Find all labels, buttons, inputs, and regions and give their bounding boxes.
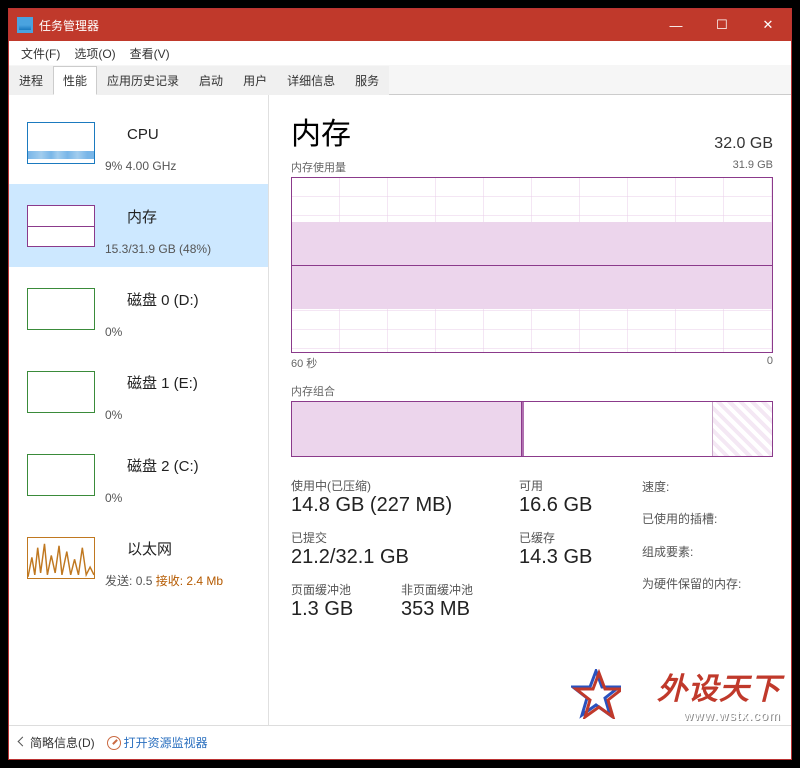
x-left: 60 秒 (291, 355, 317, 371)
disk2-sub: 0% (105, 491, 217, 507)
avail-value: 16.6 GB (519, 494, 634, 517)
close-button[interactable]: ✕ (745, 9, 791, 41)
tab-users[interactable]: 用户 (233, 66, 277, 95)
tab-details[interactable]: 详细信息 (277, 66, 345, 95)
menu-view[interactable]: 查看(V) (124, 42, 176, 65)
cached-value: 14.3 GB (519, 546, 634, 569)
net-sub: 发送: 0.5 接收: 2.4 Mb (105, 574, 223, 590)
tab-performance[interactable]: 性能 (53, 66, 97, 95)
usage-max: 31.9 GB (733, 159, 773, 175)
info-slots: 已使用的插槽: (642, 509, 773, 529)
disk-thumb-icon (27, 454, 95, 496)
memory-capacity: 32.0 GB (714, 135, 773, 153)
memory-composition-chart[interactable] (291, 401, 773, 457)
main-panel: 内存 32.0 GB 内存使用量 31.9 GB 60 秒 0 内存组合 使用中… (269, 95, 791, 725)
disk0-title: 磁盘 0 (D:) (105, 277, 217, 325)
net-title: 以太网 (105, 526, 223, 574)
disk2-title: 磁盘 2 (C:) (105, 443, 217, 491)
disk-thumb-icon (27, 371, 95, 413)
paged-value: 1.3 GB (291, 598, 401, 621)
resmon-icon (107, 736, 121, 750)
content: CPU 9% 4.00 GHz 内存 15.3/31.9 GB (48%) 磁盘… (9, 95, 791, 725)
commit-label: 已提交 (291, 529, 511, 546)
sidebar: CPU 9% 4.00 GHz 内存 15.3/31.9 GB (48%) 磁盘… (9, 95, 269, 725)
info-speed: 速度: (642, 477, 773, 497)
memory-title: 内存 (105, 194, 211, 242)
memory-sub: 15.3/31.9 GB (48%) (105, 242, 211, 258)
tab-startup[interactable]: 启动 (189, 66, 233, 95)
nonpaged-value: 353 MB (401, 598, 511, 621)
x-right: 0 (767, 355, 773, 371)
tabbar: 进程 性能 应用历史记录 启动 用户 详细信息 服务 (9, 65, 791, 95)
menubar: 文件(F) 选项(O) 查看(V) (9, 41, 791, 65)
tab-processes[interactable]: 进程 (9, 66, 53, 95)
disk-thumb-icon (27, 288, 95, 330)
composition-label: 内存组合 (291, 383, 773, 399)
disk0-sub: 0% (105, 325, 217, 341)
maximize-button[interactable]: ☐ (699, 9, 745, 41)
memory-thumb-icon (27, 205, 95, 247)
info-reserved: 为硬件保留的内存: (642, 574, 773, 594)
chevron-up-icon (18, 737, 28, 747)
commit-value: 21.2/32.1 GB (291, 546, 511, 569)
ethernet-thumb-icon (27, 537, 95, 579)
sidebar-item-disk1[interactable]: 磁盘 1 (E:) 0% (9, 350, 268, 433)
cpu-thumb-icon (27, 122, 95, 164)
task-manager-window: 任务管理器 — ☐ ✕ 文件(F) 选项(O) 查看(V) 进程 性能 应用历史… (8, 8, 792, 760)
menu-options[interactable]: 选项(O) (68, 42, 121, 65)
cpu-title: CPU (105, 111, 177, 159)
disk1-title: 磁盘 1 (E:) (105, 360, 216, 408)
nonpaged-label: 非页面缓冲池 (401, 581, 511, 598)
cpu-sub: 9% 4.00 GHz (105, 159, 177, 175)
info-form: 组成要素: (642, 542, 773, 562)
paged-label: 页面缓冲池 (291, 581, 401, 598)
minimize-button[interactable]: — (653, 9, 699, 41)
disk1-sub: 0% (105, 408, 216, 424)
usage-label: 内存使用量 (291, 159, 346, 175)
watermark-star-icon (571, 669, 621, 719)
inuse-label: 使用中(已压缩) (291, 477, 511, 494)
fewer-details-button[interactable]: 简略信息(D) (19, 734, 95, 751)
menu-file[interactable]: 文件(F) (15, 42, 66, 65)
window-title: 任务管理器 (39, 17, 653, 34)
sidebar-item-disk2[interactable]: 磁盘 2 (C:) 0% (9, 433, 268, 516)
sidebar-item-ethernet[interactable]: 以太网 发送: 0.5 接收: 2.4 Mb (9, 516, 268, 599)
memory-usage-chart[interactable] (291, 177, 773, 353)
titlebar[interactable]: 任务管理器 — ☐ ✕ (9, 9, 791, 41)
cached-label: 已缓存 (519, 529, 634, 546)
avail-label: 可用 (519, 477, 634, 494)
inuse-value: 14.8 GB (227 MB) (291, 494, 511, 517)
sidebar-item-memory[interactable]: 内存 15.3/31.9 GB (48%) (9, 184, 268, 267)
tab-app-history[interactable]: 应用历史记录 (97, 66, 189, 95)
tab-services[interactable]: 服务 (345, 66, 389, 95)
sidebar-item-cpu[interactable]: CPU 9% 4.00 GHz (9, 101, 268, 184)
sidebar-item-disk0[interactable]: 磁盘 0 (D:) 0% (9, 267, 268, 350)
footer: 简略信息(D) 打开资源监视器 (9, 725, 791, 759)
open-resmon-link[interactable]: 打开资源监视器 (107, 734, 208, 751)
app-icon (17, 17, 33, 33)
page-title: 内存 (291, 109, 351, 153)
